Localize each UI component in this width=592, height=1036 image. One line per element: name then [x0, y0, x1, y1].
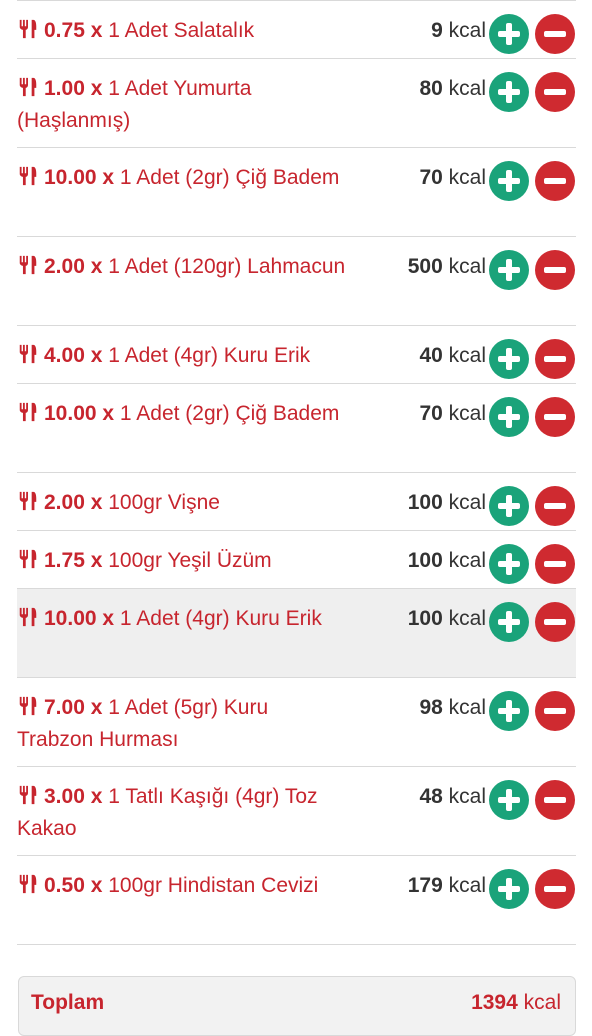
item-kcal: 70 kcal	[419, 402, 486, 425]
list-item: 10.00 x 1 Adet (2gr) Çiğ Badem 70 kcal	[17, 148, 576, 237]
total-label: Toplam	[31, 991, 105, 1014]
add-button[interactable]	[489, 339, 529, 379]
item-kcal: 179 kcal	[407, 874, 486, 897]
list-item: 3.00 x 1 Tatlı Kaşığı (4gr) Toz Kakao 48…	[17, 767, 576, 856]
fork-knife-icon	[19, 77, 37, 97]
remove-button[interactable]	[535, 14, 575, 54]
remove-button[interactable]	[535, 339, 575, 379]
remove-button[interactable]	[535, 780, 575, 820]
item-name: 100gr Hindistan Cevizi	[108, 874, 319, 897]
list-item: 10.00 x 1 Adet (2gr) Çiğ Badem 70 kcal	[17, 384, 576, 473]
list-item: 7.00 x 1 Adet (5gr) Kuru Trabzon Hurması…	[17, 678, 576, 767]
item-kcal: 98 kcal	[419, 696, 486, 719]
add-button[interactable]	[489, 161, 529, 201]
fork-knife-icon	[19, 19, 37, 39]
item-kcal: 100 kcal	[407, 607, 486, 630]
remove-button[interactable]	[535, 72, 575, 112]
item-quantity: 4.00 x	[44, 344, 103, 367]
add-button[interactable]	[489, 72, 529, 112]
item-kcal: 9 kcal	[431, 19, 486, 42]
add-button[interactable]	[489, 691, 529, 731]
item-kcal: 70 kcal	[419, 166, 486, 189]
item-quantity: 3.00 x	[44, 785, 103, 808]
item-kcal: 80 kcal	[419, 77, 486, 100]
fork-knife-icon	[19, 785, 37, 805]
fork-knife-icon	[19, 491, 37, 511]
item-name: 1 Adet (2gr) Çiğ Badem	[119, 166, 340, 189]
list-item: 1.00 x 1 Adet Yumurta (Haşlanmış) 80 kca…	[17, 59, 576, 148]
item-quantity: 10.00 x	[44, 607, 115, 630]
item-quantity: 2.00 x	[44, 255, 103, 278]
remove-button[interactable]	[535, 486, 575, 526]
total-summary: Toplam 1394 kcal	[18, 976, 576, 1036]
item-quantity: 1.75 x	[44, 549, 103, 572]
add-button[interactable]	[489, 544, 529, 584]
remove-button[interactable]	[535, 602, 575, 642]
add-button[interactable]	[489, 780, 529, 820]
list-item: 10.00 x 1 Adet (4gr) Kuru Erik 100 kcal	[17, 589, 576, 678]
item-kcal: 100 kcal	[407, 491, 486, 514]
item-kcal: 100 kcal	[407, 549, 486, 572]
list-item: 2.00 x 100gr Vişne 100 kcal	[17, 473, 576, 531]
item-name: 1 Adet (4gr) Kuru Erik	[108, 344, 311, 367]
add-button[interactable]	[489, 869, 529, 909]
remove-button[interactable]	[535, 544, 575, 584]
list-item: 0.75 x 1 Adet Salatalık 9 kcal	[17, 1, 576, 59]
item-kcal: 48 kcal	[419, 785, 486, 808]
item-name: 100gr Vişne	[108, 491, 220, 514]
fork-knife-icon	[19, 549, 37, 569]
fork-knife-icon	[19, 696, 37, 716]
add-button[interactable]	[489, 486, 529, 526]
fork-knife-icon	[19, 166, 37, 186]
remove-button[interactable]	[535, 161, 575, 201]
item-quantity: 10.00 x	[44, 402, 115, 425]
item-quantity: 7.00 x	[44, 696, 103, 719]
add-button[interactable]	[489, 250, 529, 290]
fork-knife-icon	[19, 255, 37, 275]
fork-knife-icon	[19, 402, 37, 422]
item-name: 1 Adet Salatalık	[108, 19, 255, 42]
list-item: 1.75 x 100gr Yeşil Üzüm 100 kcal	[17, 531, 576, 589]
item-name: 1 Adet (120gr) Lahmacun	[108, 255, 346, 278]
fork-knife-icon	[19, 344, 37, 364]
item-kcal: 500 kcal	[407, 255, 486, 278]
remove-button[interactable]	[535, 397, 575, 437]
item-quantity: 10.00 x	[44, 166, 115, 189]
food-list: 0.75 x 1 Adet Salatalık 9 kcal 1.00 x 1 …	[17, 0, 576, 945]
remove-button[interactable]	[535, 869, 575, 909]
item-quantity: 0.50 x	[44, 874, 103, 897]
item-kcal: 40 kcal	[419, 344, 486, 367]
fork-knife-icon	[19, 607, 37, 627]
item-name: 1 Adet (4gr) Kuru Erik	[119, 607, 322, 630]
list-item: 2.00 x 1 Adet (120gr) Lahmacun 500 kcal	[17, 237, 576, 326]
list-item: 0.50 x 100gr Hindistan Cevizi 179 kcal	[17, 856, 576, 945]
list-item: 4.00 x 1 Adet (4gr) Kuru Erik 40 kcal	[17, 326, 576, 384]
total-kcal: 1394 kcal	[471, 991, 561, 1014]
item-name: 1 Adet (2gr) Çiğ Badem	[119, 402, 340, 425]
item-quantity: 2.00 x	[44, 491, 103, 514]
item-quantity: 1.00 x	[44, 77, 103, 100]
item-quantity: 0.75 x	[44, 19, 103, 42]
add-button[interactable]	[489, 602, 529, 642]
item-name: 100gr Yeşil Üzüm	[108, 549, 272, 572]
remove-button[interactable]	[535, 250, 575, 290]
fork-knife-icon	[19, 874, 37, 894]
add-button[interactable]	[489, 14, 529, 54]
remove-button[interactable]	[535, 691, 575, 731]
add-button[interactable]	[489, 397, 529, 437]
